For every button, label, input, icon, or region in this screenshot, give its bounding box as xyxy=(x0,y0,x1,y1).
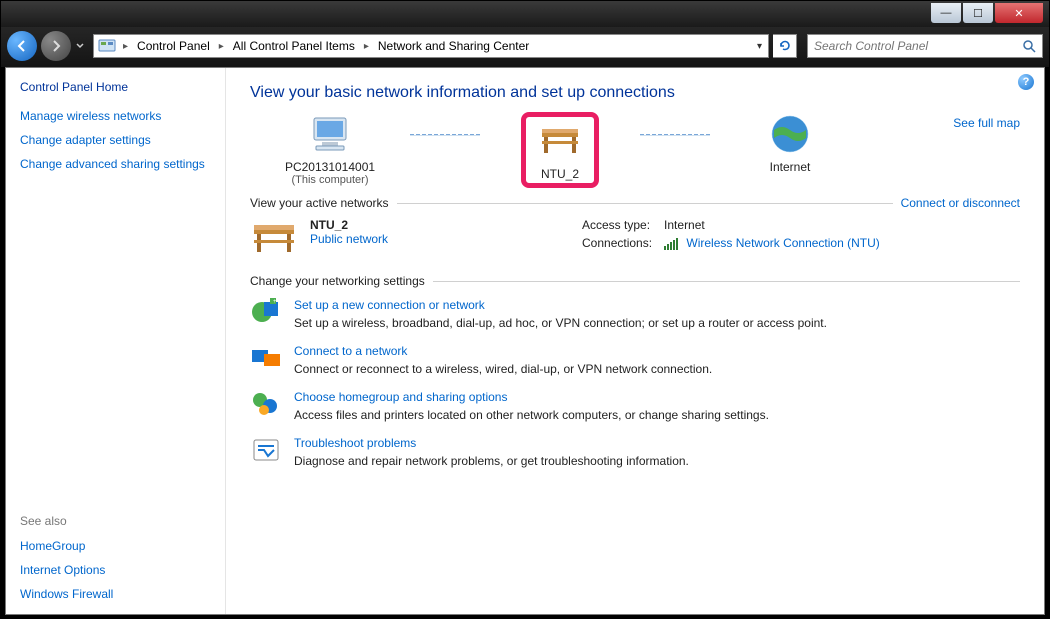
chevron-right-icon: ▸ xyxy=(120,41,131,52)
forward-arrow-icon xyxy=(49,39,63,53)
see-also-label: See also xyxy=(20,514,217,528)
network-map: PC20131014001 (This computer) xyxy=(250,112,1020,188)
control-panel-home-link[interactable]: Control Panel Home xyxy=(20,80,217,94)
connection-link[interactable]: Wireless Network Connection (NTU) xyxy=(686,236,879,250)
back-arrow-icon xyxy=(15,39,29,53)
map-internet-node[interactable]: Internet xyxy=(710,112,870,174)
see-full-map-link[interactable]: See full map xyxy=(953,112,1020,130)
connect-disconnect-link[interactable]: Connect or disconnect xyxy=(901,196,1020,210)
client-area: Control Panel Home Manage wireless netwo… xyxy=(5,67,1045,615)
task-homegroup-link[interactable]: Choose homegroup and sharing options xyxy=(294,390,769,404)
close-button[interactable]: ✕ xyxy=(995,3,1043,23)
help-icon[interactable]: ? xyxy=(1018,74,1034,90)
troubleshoot-icon xyxy=(250,436,282,464)
task-setup-connection: + Set up a new connection or network Set… xyxy=(250,298,1020,330)
computer-icon xyxy=(306,112,354,156)
active-network-block: NTU_2 Public network Access type: Connec… xyxy=(250,218,1020,258)
tasks-list: + Set up a new connection or network Set… xyxy=(250,298,1020,468)
task-troubleshoot: Troubleshoot problems Diagnose and repai… xyxy=(250,436,1020,468)
globe-icon xyxy=(768,112,812,156)
sidebar-link-manage-wireless[interactable]: Manage wireless networks xyxy=(20,109,217,123)
active-net-name: NTU_2 xyxy=(310,218,388,232)
divider xyxy=(397,203,893,204)
access-type-label: Access type: xyxy=(582,218,652,232)
forward-button[interactable] xyxy=(41,31,71,61)
wifi-signal-icon xyxy=(664,236,679,250)
connect-network-icon xyxy=(250,344,282,372)
active-net-details: Access type: Connections: Internet Wirel… xyxy=(582,218,880,258)
homegroup-icon xyxy=(250,390,282,418)
connections-label: Connections: xyxy=(582,236,652,250)
back-button[interactable] xyxy=(7,31,37,61)
chevron-right-icon: ▸ xyxy=(361,41,372,52)
search-input[interactable] xyxy=(814,39,1023,53)
bench-icon xyxy=(538,123,582,159)
main-content: ? View your basic network information an… xyxy=(226,68,1044,614)
task-troubleshoot-link[interactable]: Troubleshoot problems xyxy=(294,436,689,450)
map-network-node[interactable]: NTU_2 xyxy=(480,112,640,188)
minimize-button[interactable]: — xyxy=(931,3,961,23)
history-dropdown-icon[interactable] xyxy=(75,38,85,54)
maximize-button[interactable]: ☐ xyxy=(963,3,993,23)
see-also-internet-options[interactable]: Internet Options xyxy=(20,563,217,577)
titlebar: — ☐ ✕ xyxy=(1,1,1049,27)
sidebar: Control Panel Home Manage wireless netwo… xyxy=(6,68,226,614)
map-this-computer[interactable]: PC20131014001 (This computer) xyxy=(250,112,410,186)
task-connect-network-desc: Connect or reconnect to a wireless, wire… xyxy=(294,362,712,376)
sidebar-link-adapter-settings[interactable]: Change adapter settings xyxy=(20,133,217,147)
minimize-icon: — xyxy=(941,7,952,19)
svg-text:+: + xyxy=(273,299,277,305)
map-connector xyxy=(640,134,710,136)
refresh-button[interactable] xyxy=(773,34,797,58)
search-box[interactable] xyxy=(807,34,1043,58)
access-type-value: Internet xyxy=(664,218,880,232)
address-bar[interactable]: ▸ Control Panel ▸ All Control Panel Item… xyxy=(93,34,769,58)
map-pc-name: PC20131014001 xyxy=(250,160,410,174)
change-settings-label: Change your networking settings xyxy=(250,274,425,288)
task-setup-connection-desc: Set up a wireless, broadband, dial-up, a… xyxy=(294,316,827,330)
setup-connection-icon: + xyxy=(250,298,282,326)
control-panel-icon xyxy=(98,37,116,55)
breadcrumb-network-sharing[interactable]: Network and Sharing Center xyxy=(372,35,535,57)
map-internet-label: Internet xyxy=(710,160,870,174)
refresh-icon xyxy=(778,39,792,53)
search-icon[interactable] xyxy=(1023,40,1036,53)
map-net-name: NTU_2 xyxy=(536,167,584,181)
task-setup-connection-link[interactable]: Set up a new connection or network xyxy=(294,298,827,312)
task-connect-network: Connect to a network Connect or reconnec… xyxy=(250,344,1020,376)
sidebar-link-advanced-sharing[interactable]: Change advanced sharing settings xyxy=(20,157,217,171)
map-pc-sub: (This computer) xyxy=(250,174,410,186)
bench-icon xyxy=(250,218,298,258)
see-also-homegroup[interactable]: HomeGroup xyxy=(20,539,217,553)
active-networks-label: View your active networks xyxy=(250,196,389,210)
close-icon: ✕ xyxy=(1014,7,1023,20)
page-title: View your basic network information and … xyxy=(250,84,1020,102)
task-troubleshoot-desc: Diagnose and repair network problems, or… xyxy=(294,454,689,468)
active-net-type-link[interactable]: Public network xyxy=(310,232,388,246)
divider xyxy=(433,281,1020,282)
task-homegroup: Choose homegroup and sharing options Acc… xyxy=(250,390,1020,422)
map-connector xyxy=(410,134,480,136)
breadcrumb-control-panel[interactable]: Control Panel xyxy=(131,35,216,57)
maximize-icon: ☐ xyxy=(973,7,983,20)
nav-chrome: ▸ Control Panel ▸ All Control Panel Item… xyxy=(1,27,1049,67)
task-connect-network-link[interactable]: Connect to a network xyxy=(294,344,712,358)
breadcrumb-all-items[interactable]: All Control Panel Items xyxy=(227,35,361,57)
window-frame: — ☐ ✕ ▸ Control Panel ▸ All Control Pane… xyxy=(0,0,1050,619)
address-dropdown[interactable]: ▾ xyxy=(751,41,768,52)
see-also-windows-firewall[interactable]: Windows Firewall xyxy=(20,587,217,601)
task-homegroup-desc: Access files and printers located on oth… xyxy=(294,408,769,422)
chevron-right-icon: ▸ xyxy=(216,41,227,52)
highlight-annotation: NTU_2 xyxy=(521,112,599,188)
